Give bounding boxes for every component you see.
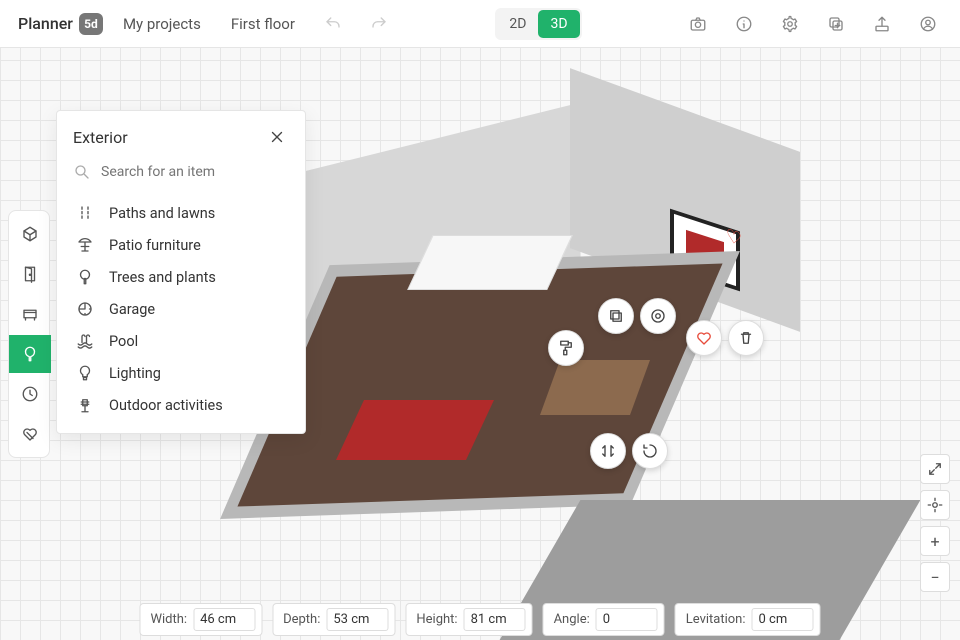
account-button[interactable]	[910, 6, 946, 42]
category-label: Garage	[109, 301, 155, 318]
zoom-out-button[interactable]: −	[920, 562, 950, 592]
tree-icon	[75, 268, 95, 286]
brand-name: Planner	[18, 14, 73, 33]
search-input[interactable]	[101, 164, 289, 180]
lighting-icon	[75, 364, 95, 382]
category-panel: Exterior Paths and lawns Patio furniture…	[56, 110, 306, 434]
levitation-label: Levitation:	[682, 612, 746, 627]
redo-button[interactable]	[361, 6, 397, 42]
panel-search[interactable]	[57, 157, 305, 193]
category-label: Trees and plants	[109, 269, 216, 286]
duplicate-button[interactable]	[598, 298, 634, 334]
duplicate-project-button[interactable]	[818, 6, 854, 42]
category-patio[interactable]: Patio furniture	[57, 229, 305, 261]
category-label: Outdoor activities	[109, 397, 223, 414]
center-button[interactable]	[640, 298, 676, 334]
prop-levitation: Levitation:	[675, 603, 821, 636]
doors-tool[interactable]	[9, 255, 51, 293]
property-bar: Width: Depth: Height: Angle: Levitation:	[139, 603, 820, 636]
undo-button[interactable]	[315, 6, 351, 42]
view-3d-button[interactable]: 3D	[538, 10, 579, 38]
floor-selector[interactable]: First floor	[221, 15, 305, 33]
panel-close-button[interactable]	[265, 125, 289, 149]
category-label: Paths and lawns	[109, 205, 215, 222]
paint-button[interactable]	[548, 330, 584, 366]
delete-button[interactable]	[728, 320, 764, 356]
height-input[interactable]	[464, 608, 526, 631]
exterior-tool[interactable]	[9, 335, 51, 373]
category-list: Paths and lawns Patio furniture Trees an…	[57, 193, 305, 433]
zoom-in-button[interactable]: +	[920, 526, 950, 556]
view-toggle: 2D 3D	[495, 8, 581, 40]
settings-button[interactable]	[772, 6, 808, 42]
toolstrip	[8, 210, 50, 458]
favorites-tool[interactable]	[9, 415, 51, 453]
prop-depth: Depth:	[272, 603, 395, 636]
category-outdoor[interactable]: Outdoor activities	[57, 389, 305, 421]
flip-button[interactable]	[590, 433, 626, 469]
prop-width: Width:	[139, 603, 262, 636]
outdoor-icon	[75, 396, 95, 414]
width-label: Width:	[146, 612, 187, 627]
rotate-button[interactable]	[632, 433, 668, 469]
favorite-button[interactable]	[686, 320, 722, 356]
search-icon	[73, 163, 91, 181]
prop-angle: Angle:	[543, 603, 665, 636]
garage-icon	[75, 300, 95, 318]
angle-input[interactable]	[596, 608, 658, 631]
fullscreen-button[interactable]	[920, 454, 950, 484]
snapshot-button[interactable]	[680, 6, 716, 42]
view-2d-button[interactable]: 2D	[497, 10, 538, 38]
category-label: Pool	[109, 333, 138, 350]
logo[interactable]: Planner 5d	[18, 13, 103, 35]
export-button[interactable]	[864, 6, 900, 42]
history-tool[interactable]	[9, 375, 51, 413]
furniture-tool[interactable]	[9, 295, 51, 333]
map-controls: + −	[920, 454, 950, 592]
prop-height: Height:	[405, 603, 532, 636]
panel-title: Exterior	[73, 128, 128, 147]
category-label: Lighting	[109, 365, 161, 382]
depth-input[interactable]	[326, 608, 388, 631]
width-input[interactable]	[193, 608, 255, 631]
category-garage[interactable]: Garage	[57, 293, 305, 325]
category-paths[interactable]: Paths and lawns	[57, 197, 305, 229]
build-tool[interactable]	[9, 215, 51, 253]
levitation-input[interactable]	[752, 608, 814, 631]
topbar: Planner 5d My projects First floor 2D 3D	[0, 0, 960, 48]
locate-button[interactable]	[920, 490, 950, 520]
depth-label: Depth:	[279, 612, 320, 627]
my-projects-link[interactable]: My projects	[113, 15, 211, 33]
category-pool[interactable]: Pool	[57, 325, 305, 357]
info-button[interactable]	[726, 6, 762, 42]
pool-icon	[75, 332, 95, 350]
category-label: Patio furniture	[109, 237, 201, 254]
category-trees[interactable]: Trees and plants	[57, 261, 305, 293]
height-label: Height:	[412, 612, 457, 627]
paths-icon	[75, 204, 95, 222]
brand-badge: 5d	[79, 13, 103, 35]
category-lighting[interactable]: Lighting	[57, 357, 305, 389]
angle-label: Angle:	[550, 612, 590, 627]
patio-icon	[75, 236, 95, 254]
